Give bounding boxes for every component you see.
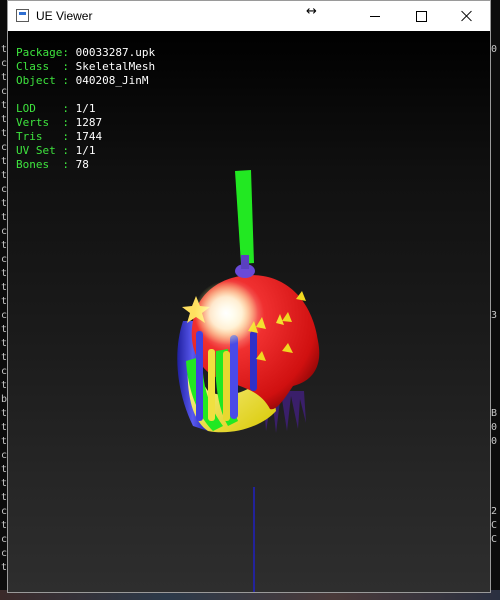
- class-value: SkeletalMesh: [75, 60, 156, 73]
- resize-arrow-icon: ↔: [306, 4, 317, 19]
- minimize-button[interactable]: [352, 1, 398, 31]
- minimize-icon: [370, 15, 380, 17]
- 3d-viewport[interactable]: Package: 00033287.upk Class : SkeletalMe…: [8, 31, 490, 592]
- object-value: 040208_JinM: [75, 74, 149, 87]
- background-terminal-right: 0 3 B 0 0 2 CC: [491, 0, 500, 600]
- terminal-char: 0: [491, 44, 498, 55]
- uvset-row: UV Set : 1/1: [16, 144, 96, 157]
- lod-row: LOD : 1/1: [16, 102, 96, 115]
- verts-row: Verts : 1287: [16, 116, 103, 129]
- close-icon: [461, 10, 473, 22]
- package-row: Package: 00033287.upk: [16, 46, 156, 59]
- bones-value: 78: [75, 158, 89, 171]
- terminal-char: C: [491, 534, 498, 545]
- terminal-char: C: [491, 520, 498, 531]
- object-row: Object : 040208_JinM: [16, 74, 149, 87]
- class-row: Class : SkeletalMesh: [16, 60, 156, 73]
- window-title: UE Viewer: [36, 9, 93, 23]
- mesh-info-overlay: Package: 00033287.upk Class : SkeletalMe…: [16, 46, 155, 172]
- terminal-char: 2: [491, 506, 498, 517]
- bone-marker: [235, 170, 254, 264]
- terminal-char: B: [491, 408, 498, 419]
- uvset-value: 1/1: [75, 144, 96, 157]
- terminal-char: 3: [491, 310, 498, 321]
- bones-row: Bones : 78: [16, 158, 89, 171]
- verts-value: 1287: [75, 116, 103, 129]
- ue-viewer-window[interactable]: UE Viewer ↔ Package: 00033287.upk Class …: [7, 0, 491, 593]
- package-value: 00033287.upk: [75, 46, 156, 59]
- terminal-char: 0: [491, 436, 498, 447]
- maximize-button[interactable]: [398, 1, 444, 31]
- close-button[interactable]: [444, 1, 490, 31]
- terminal-char: 0: [491, 422, 498, 433]
- maximize-icon: [415, 10, 427, 22]
- lod-value: 1/1: [75, 102, 96, 115]
- tris-value: 1744: [75, 130, 103, 143]
- tris-row: Tris : 1744: [16, 130, 103, 143]
- title-bar[interactable]: UE Viewer ↔: [8, 1, 490, 31]
- app-icon: [16, 9, 29, 22]
